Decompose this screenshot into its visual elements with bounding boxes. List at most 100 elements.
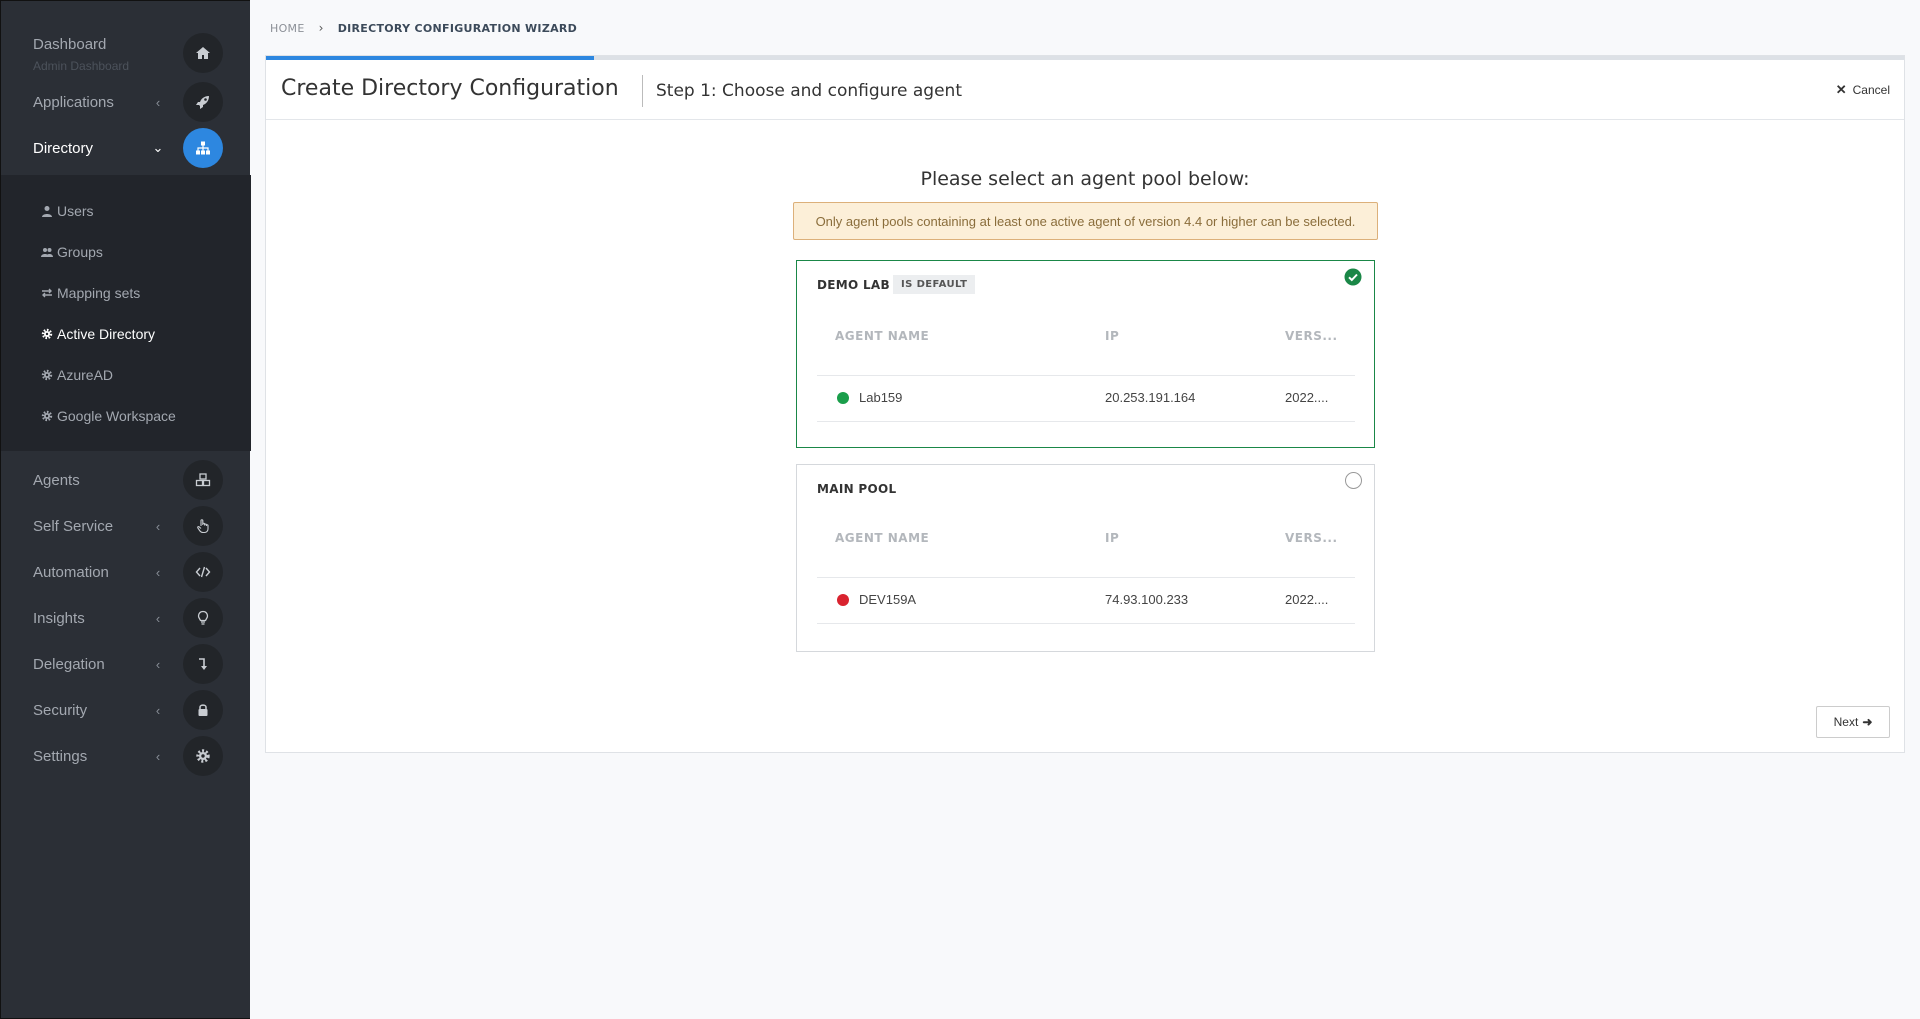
nav-applications[interactable]: Applications ‹ — [1, 80, 251, 124]
nav-directory[interactable]: Directory ⌄ — [1, 126, 251, 170]
chevron-left-icon: ‹ — [155, 656, 161, 672]
nav-security[interactable]: Security ‹ — [1, 688, 251, 732]
warning-alert: Only agent pools containing at least one… — [793, 202, 1378, 240]
title-divider — [642, 75, 643, 107]
users-icon — [41, 248, 53, 257]
nav-security-label: Security — [33, 701, 88, 719]
nav-automation[interactable]: Automation ‹ — [1, 550, 251, 594]
arrow-right-icon: ➜ — [1862, 715, 1873, 729]
chevron-left-icon: ‹ — [155, 702, 161, 718]
agent-ip: 20.253.191.164 — [1105, 390, 1196, 405]
check-circle-icon — [1344, 268, 1362, 286]
subnav-groups-label: Groups — [57, 244, 103, 260]
subnav-google-workspace[interactable]: Google Workspace — [41, 405, 176, 427]
col-ip: IP — [1105, 531, 1120, 545]
chevron-left-icon: ‹ — [155, 610, 161, 626]
nav-delegation-label: Delegation — [33, 655, 105, 673]
status-dot-offline — [837, 593, 849, 606]
pool-name: MAIN POOL — [817, 482, 897, 496]
col-version: VERS... — [1285, 531, 1338, 545]
agent-name-cell: Lab159 — [837, 390, 902, 405]
col-agent-name: AGENT NAME — [835, 329, 930, 343]
chevron-left-icon: ‹ — [155, 748, 161, 764]
nav-self-service-label: Self Service — [33, 517, 114, 535]
next-button[interactable]: Next ➜ — [1816, 706, 1890, 738]
subnav-users[interactable]: Users — [41, 200, 94, 222]
chevron-right-icon: › — [318, 21, 324, 35]
agent-ip: 74.93.100.233 — [1105, 592, 1189, 607]
header-divider — [817, 577, 1355, 578]
nav-dashboard[interactable]: Dashboard Admin Dashboard — [1, 31, 251, 75]
wizard-header: Create Directory Configuration Step 1: C… — [266, 60, 1904, 120]
cubes-icon[interactable] — [183, 460, 223, 500]
level-down-icon[interactable] — [183, 644, 223, 684]
wizard-prompt: Please select an agent pool below: — [920, 168, 1250, 190]
col-version: VERS... — [1285, 329, 1338, 343]
col-agent-name: AGENT NAME — [835, 531, 930, 545]
lightbulb-icon[interactable] — [183, 598, 223, 638]
default-badge: IS DEFAULT — [893, 275, 976, 294]
breadcrumb-current: DIRECTORY CONFIGURATION WIZARD — [337, 21, 578, 35]
next-label: Next — [1833, 715, 1859, 729]
cog-icon — [41, 328, 53, 340]
agent-name: DEV159A — [859, 592, 917, 607]
agent-pool-card[interactable]: MAIN POOL AGENT NAME IP VERS... DEV159A … — [796, 464, 1375, 652]
chevron-left-icon: ‹ — [155, 518, 161, 534]
nav-dashboard-label: Dashboard — [33, 36, 107, 53]
subnav-groups[interactable]: Groups — [41, 241, 103, 263]
header-divider — [817, 375, 1355, 376]
nav-insights-label: Insights — [33, 609, 85, 627]
subnav-active-directory-label: Active Directory — [57, 326, 156, 342]
row-divider — [817, 421, 1355, 422]
nav-settings-label: Settings — [33, 747, 88, 765]
subnav-mapping-sets[interactable]: Mapping sets — [41, 282, 140, 304]
subnav-azuread[interactable]: AzureAD — [41, 364, 113, 386]
breadcrumb: HOME › DIRECTORY CONFIGURATION WIZARD — [270, 20, 577, 36]
nav-applications-label: Applications — [33, 93, 114, 111]
agent-table: AGENT NAME IP VERS... Lab159 20.253.191.… — [817, 329, 1355, 423]
chevron-down-icon: ⌄ — [152, 140, 164, 155]
nav-dashboard-sublabel: Admin Dashboard — [33, 59, 130, 73]
nav-insights[interactable]: Insights ‹ — [1, 596, 251, 640]
nav-directory-label: Directory — [33, 139, 94, 157]
nav-automation-label: Automation — [33, 563, 109, 581]
agent-version: 2022.... — [1285, 390, 1329, 405]
nav-self-service[interactable]: Self Service ‹ — [1, 504, 251, 548]
cog-icon — [41, 410, 53, 422]
agent-pool-card[interactable]: DEMO LAB IS DEFAULT AGENT NAME IP VERS..… — [796, 260, 1375, 448]
cancel-label: Cancel — [1852, 83, 1890, 97]
home-icon[interactable] — [183, 33, 223, 73]
lock-icon[interactable] — [183, 690, 223, 730]
radio-unselected-icon[interactable] — [1345, 472, 1362, 489]
wizard-card: Create Directory Configuration Step 1: C… — [265, 55, 1905, 753]
user-icon — [42, 206, 52, 217]
subnav-active-directory[interactable]: Active Directory — [41, 323, 155, 345]
chevron-left-icon: ‹ — [155, 94, 161, 110]
subnav-azuread-label: AzureAD — [57, 367, 114, 383]
sitemap-icon[interactable] — [183, 128, 223, 168]
close-icon: ✕ — [1835, 82, 1847, 97]
agent-name: Lab159 — [859, 390, 903, 405]
row-divider — [817, 623, 1355, 624]
status-dot-online — [837, 391, 849, 404]
agent-table: AGENT NAME IP VERS... DEV159A 74.93.100.… — [817, 531, 1355, 625]
agent-version: 2022.... — [1285, 592, 1329, 607]
code-icon[interactable] — [183, 552, 223, 592]
nav-delegation[interactable]: Delegation ‹ — [1, 642, 251, 686]
agent-name-cell: DEV159A — [837, 592, 916, 607]
hand-pointer-icon[interactable] — [183, 506, 223, 546]
gear-icon[interactable] — [183, 736, 223, 776]
nav-agents[interactable]: Agents — [1, 458, 251, 502]
rocket-icon[interactable] — [183, 82, 223, 122]
chevron-left-icon: ‹ — [155, 564, 161, 580]
breadcrumb-home[interactable]: HOME — [270, 22, 305, 35]
subnav-mapping-sets-label: Mapping sets — [57, 285, 141, 301]
subnav-google-workspace-label: Google Workspace — [57, 408, 176, 424]
col-ip: IP — [1105, 329, 1120, 343]
subnav-users-label: Users — [57, 203, 94, 219]
nav-settings[interactable]: Settings ‹ — [1, 734, 251, 778]
cog-icon — [41, 369, 53, 381]
exchange-icon — [42, 288, 52, 298]
cancel-button[interactable]: ✕ Cancel — [1836, 82, 1890, 98]
wizard-step-title: Step 1: Choose and configure agent — [656, 81, 962, 101]
